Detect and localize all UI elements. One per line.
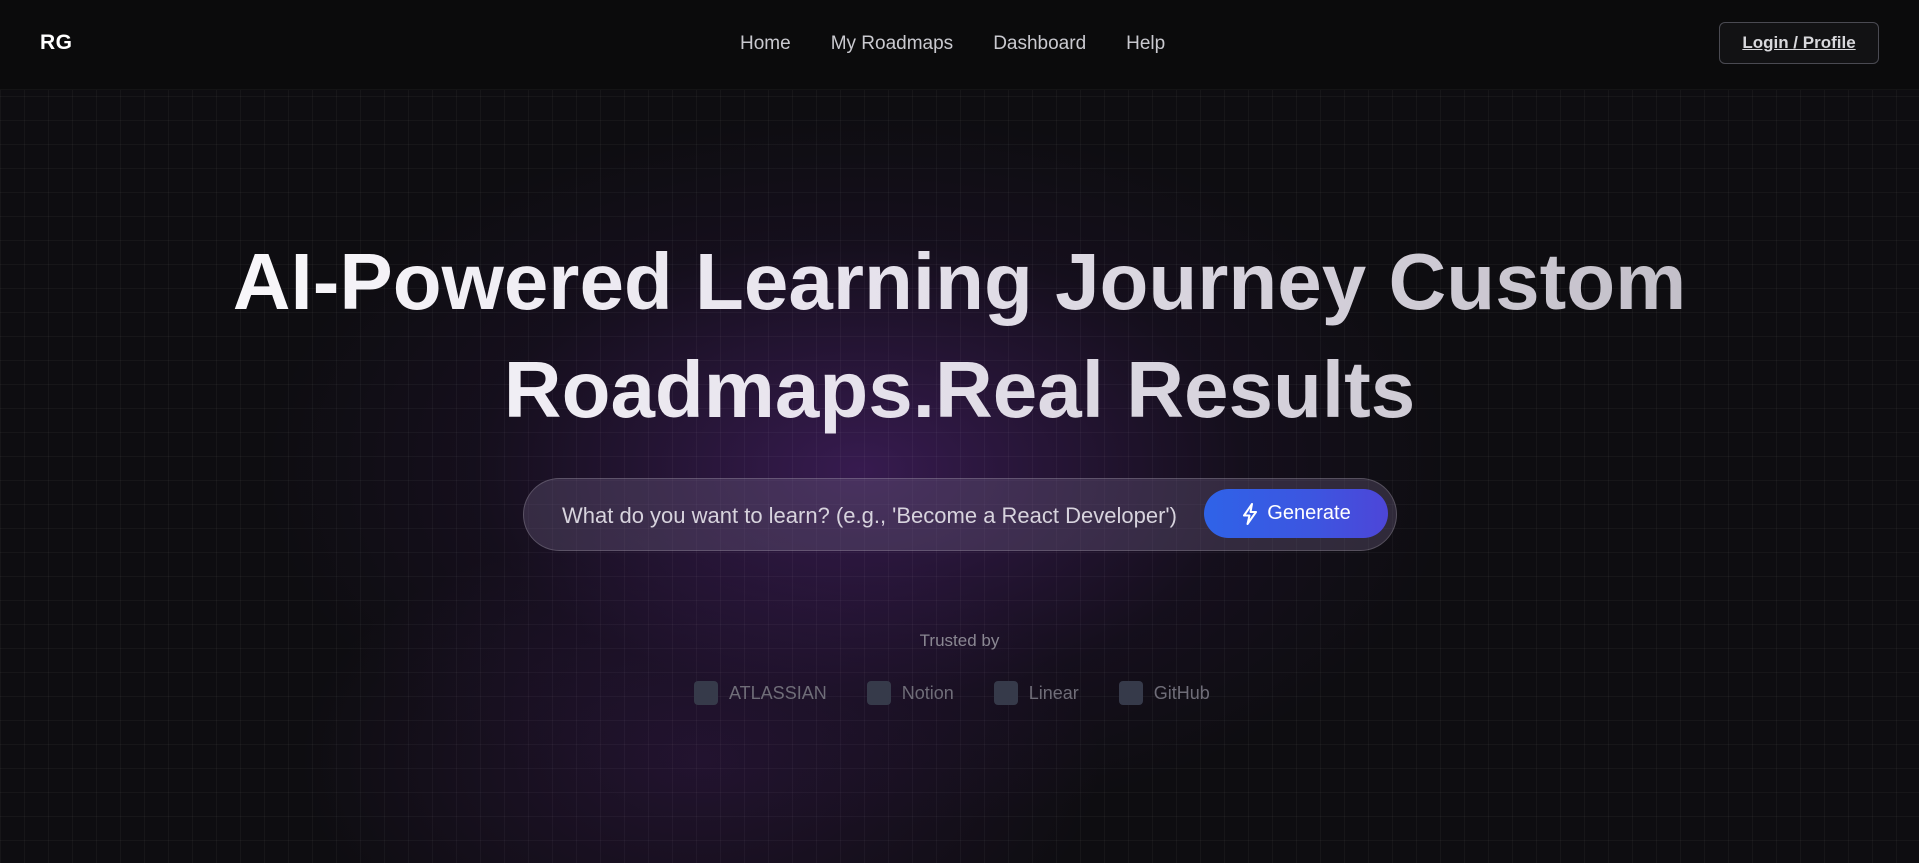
linear-logo-icon [993,681,1018,705]
trusted-by-label: Trusted by [919,631,1000,650]
hero-title: AI-Powered Learning Journey Custom Roadm… [0,228,1919,444]
generate-button-label: Generate [1267,502,1351,524]
nav-link-home[interactable]: Home [740,33,791,55]
nav-links: Home My Roadmaps Dashboard Help [740,33,1165,55]
brand-name: Linear [1028,682,1079,703]
search-bar: Generate [523,478,1397,551]
nav-link-help[interactable]: Help [1126,33,1165,55]
brand-atlassian: ATLASSIAN [694,681,827,705]
login-profile-button[interactable]: Login / Profile [1719,22,1879,64]
nav-link-my-roadmaps[interactable]: My Roadmaps [831,33,954,55]
atlassian-logo-icon [694,681,718,705]
learning-goal-input[interactable] [560,497,1184,535]
brand-name: ATLASSIAN [729,682,827,703]
nav-link-dashboard[interactable]: Dashboard [993,33,1086,55]
page: RG Home My Roadmaps Dashboard Help Login… [0,0,1919,863]
logo[interactable]: RG [40,31,73,55]
brand-name: GitHub [1153,682,1210,703]
generate-button[interactable]: Generate [1204,489,1388,538]
brand-github: GitHub [1118,681,1210,705]
notion-logo-icon [866,681,891,705]
brand-linear: Linear [993,681,1079,705]
lightning-bolt-icon [1243,502,1258,525]
brand-name: Notion [901,682,954,703]
trusted-brands: ATLASSIAN Notion Linear GitHub [694,681,1210,705]
github-logo-icon [1118,681,1143,705]
hero-title-line-1: AI-Powered Learning Journey Custom [232,237,1687,326]
brand-notion: Notion [866,681,954,705]
navbar: RG Home My Roadmaps Dashboard Help Login… [0,0,1919,90]
hero-title-line-2: Roadmaps.Real Results [503,345,1416,434]
